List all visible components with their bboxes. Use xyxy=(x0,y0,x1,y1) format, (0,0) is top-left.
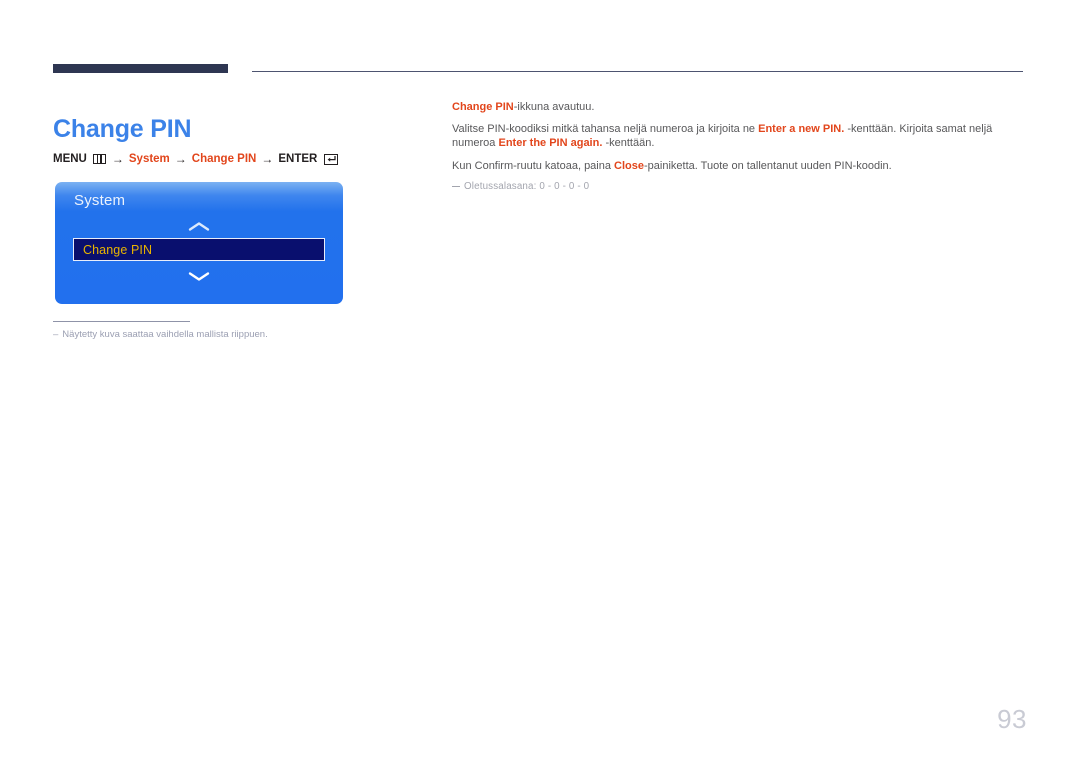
paragraph-2-part-e: -kenttään. xyxy=(602,137,655,150)
osd-menu-panel: System Change PIN xyxy=(55,182,343,304)
paragraph-1: Change PIN-ikkuna avautuu. xyxy=(452,100,1024,115)
breadcrumb: MENU → System → Change PIN → ENTER xyxy=(53,152,339,166)
paragraph-3-part-a: Kun Confirm-ruutu katoaa, paina xyxy=(452,159,615,172)
breadcrumb-arrow-3: → xyxy=(261,152,274,166)
paragraph-3-part-c: -painiketta. Tuote on tallentanut uuden … xyxy=(644,159,892,172)
paragraph-2-field-new-pin: Enter a new PIN. xyxy=(758,122,845,135)
chevron-up-icon[interactable] xyxy=(55,220,343,236)
breadcrumb-step-change-pin: Change PIN xyxy=(191,153,257,165)
image-footnote: – Näytetty kuva saattaa vaihdella mallist… xyxy=(53,329,268,340)
paragraph-3: Kun Confirm-ruutu katoaa, paina Close-pa… xyxy=(452,159,1024,174)
enter-return-icon xyxy=(324,153,339,165)
paragraph-3-close-button-ref: Close xyxy=(614,159,645,172)
breadcrumb-arrow-1: → xyxy=(111,152,124,166)
menu-grid-icon xyxy=(92,154,106,164)
paragraph-2-part-a: Valitse PIN-koodiksi mitkä tahansa neljä… xyxy=(452,122,759,135)
note-text: Oletussalasana: 0 - 0 - 0 - 0 xyxy=(464,181,590,193)
osd-menu-item-label: Change PIN xyxy=(83,242,153,257)
page-number: 93 xyxy=(997,704,1027,734)
header-rule-thick xyxy=(53,64,228,73)
paragraph-2-field-confirm-pin: Enter the PIN again. xyxy=(498,137,603,150)
paragraph-1-rest: -ikkuna avautuu. xyxy=(513,101,595,113)
osd-menu-title: System xyxy=(74,192,126,209)
body-column: Change PIN-ikkuna avautuu. Valitse PIN-k… xyxy=(452,100,1024,192)
footnote-divider xyxy=(53,321,190,322)
paragraph-1-lead: Change PIN xyxy=(452,101,514,113)
paragraph-2: Valitse PIN-koodiksi mitkä tahansa neljä… xyxy=(452,122,1024,151)
breadcrumb-menu-label: MENU xyxy=(53,153,87,165)
footnote-text: Näytetty kuva saattaa vaihdella mallista… xyxy=(62,329,268,340)
osd-menu-item-change-pin[interactable]: Change PIN xyxy=(73,238,325,261)
footnote-dash: – xyxy=(53,329,59,340)
note-dash xyxy=(452,186,460,188)
chevron-down-icon[interactable] xyxy=(55,270,343,286)
breadcrumb-arrow-2: → xyxy=(174,152,187,166)
header-rule-thin xyxy=(252,71,1023,72)
breadcrumb-step-system: System xyxy=(128,153,170,165)
document-page: Change PIN MENU → System → Change PIN → … xyxy=(0,0,1080,763)
default-password-note: Oletussalasana: 0 - 0 - 0 - 0 xyxy=(452,181,1024,192)
page-title: Change PIN xyxy=(53,114,192,143)
breadcrumb-enter-label: ENTER xyxy=(278,153,318,165)
